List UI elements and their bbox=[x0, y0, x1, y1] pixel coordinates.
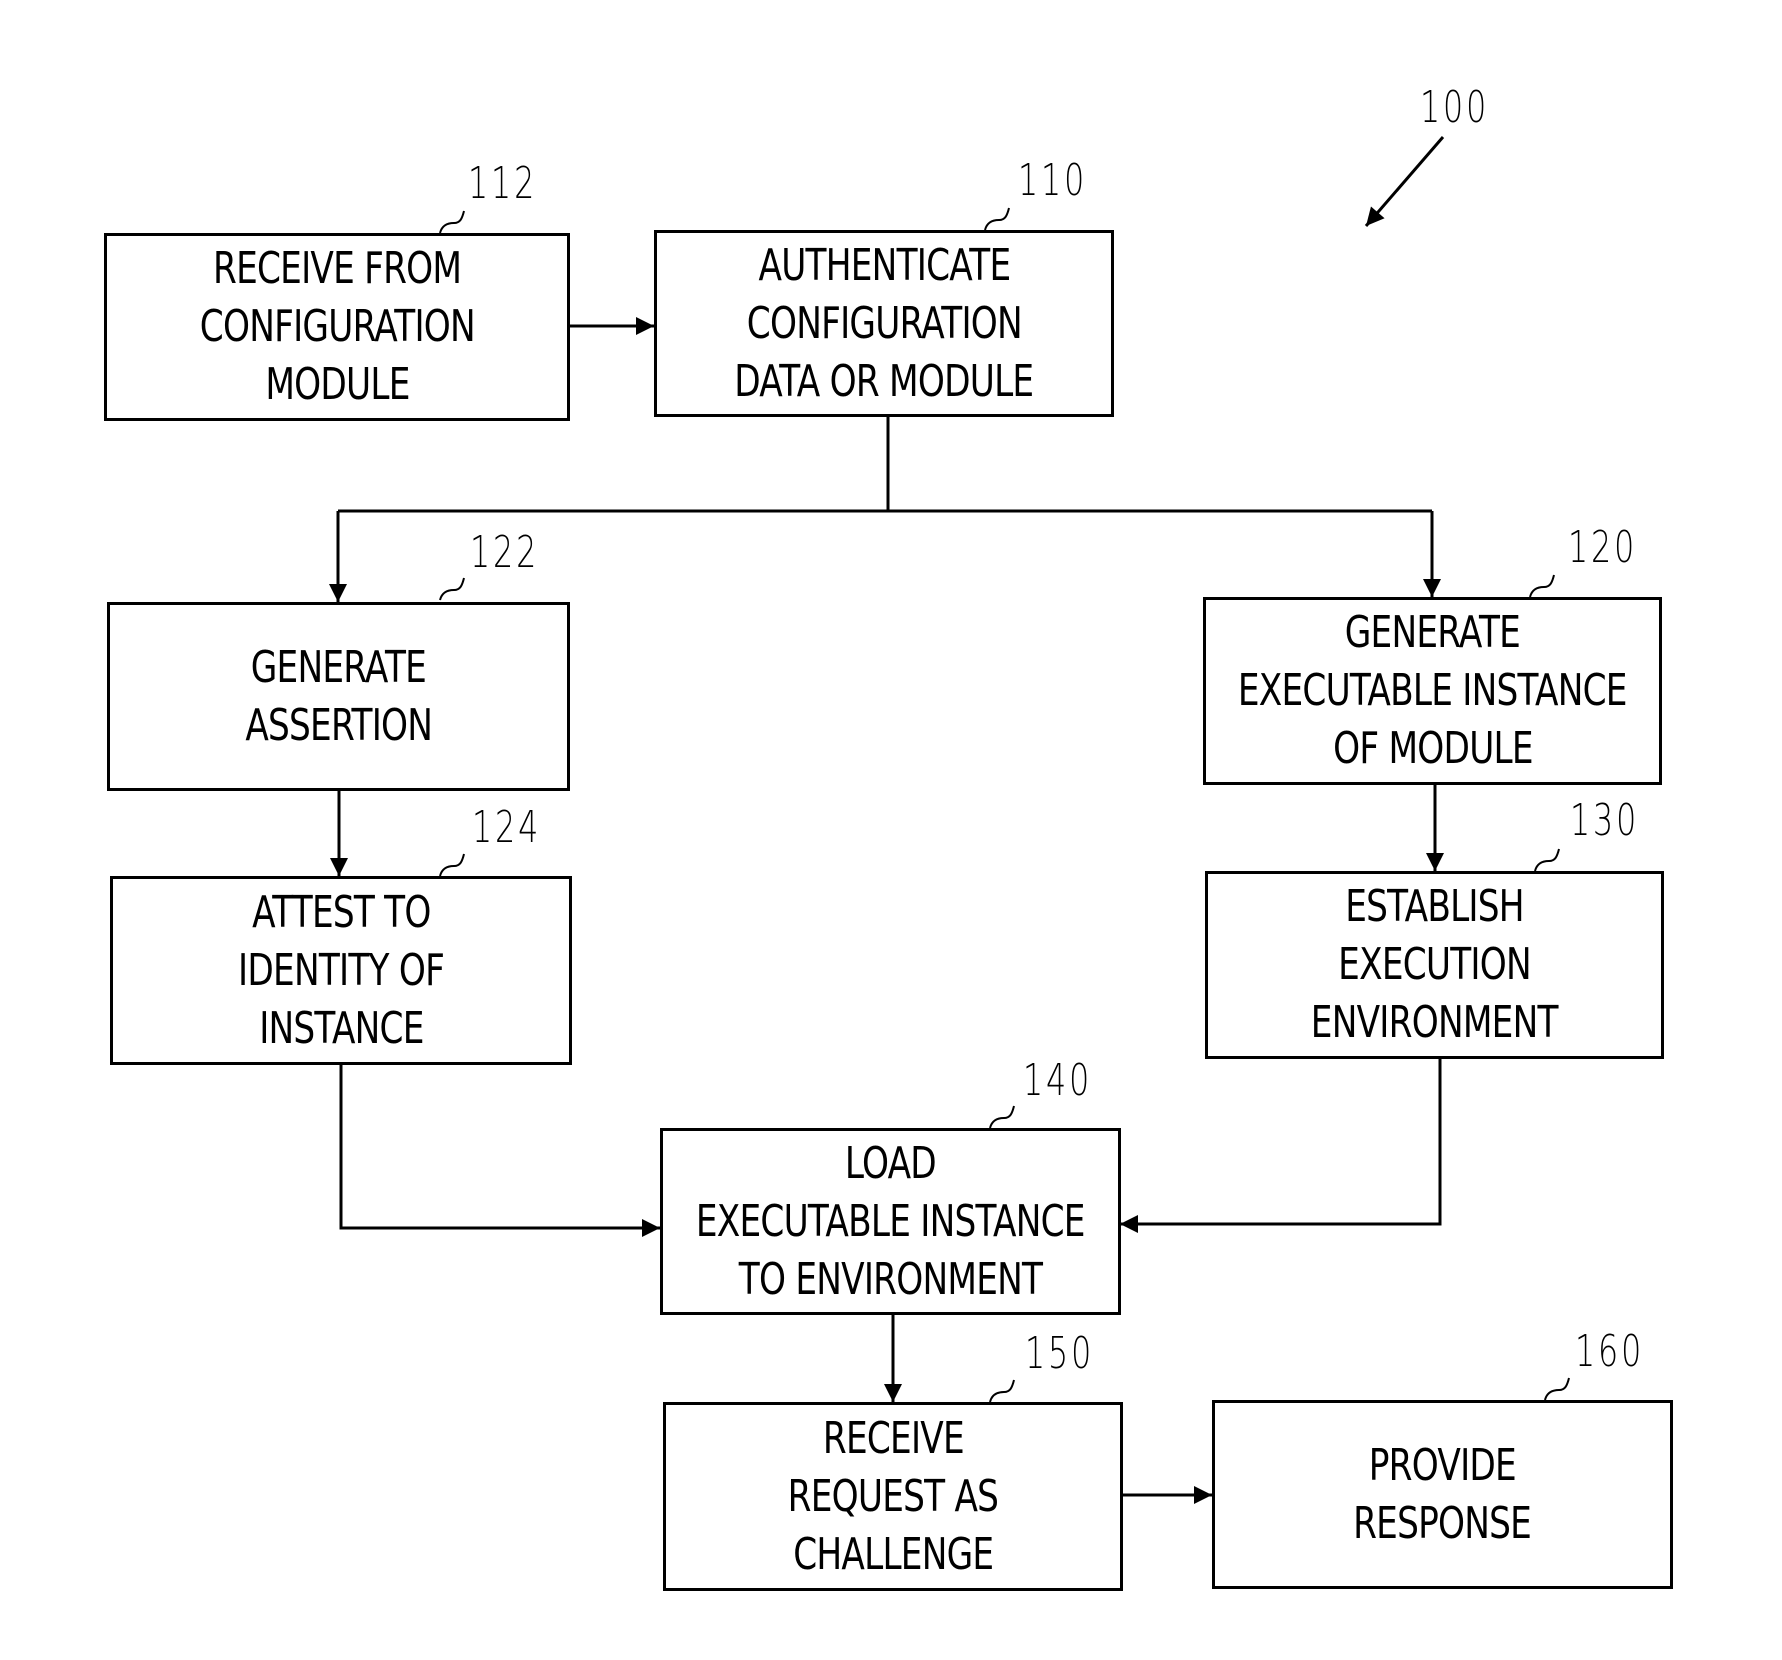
step-130-line-2: EXECUTION bbox=[1338, 939, 1532, 990]
step-120-line-2: EXECUTABLE INSTANCE bbox=[1238, 665, 1628, 716]
step-150-line-2: REQUEST AS bbox=[787, 1470, 999, 1522]
step-122-box: GENERATE ASSERTION bbox=[107, 602, 570, 791]
step-140-ref: 140 bbox=[1023, 1055, 1093, 1106]
leader-112 bbox=[439, 210, 465, 234]
step-140-line-1: LOAD bbox=[844, 1137, 937, 1189]
leader-130 bbox=[1534, 848, 1560, 872]
step-124-line-2: IDENTITY OF bbox=[237, 944, 445, 996]
step-124-box: ATTEST TO IDENTITY OF INSTANCE bbox=[110, 876, 572, 1065]
leader-124 bbox=[439, 853, 465, 877]
step-112-ref: 112 bbox=[468, 158, 538, 209]
step-150-ref: 150 bbox=[1025, 1328, 1095, 1379]
step-120-line-1: GENERATE bbox=[1344, 607, 1521, 658]
step-110-line-2: CONFIGURATION bbox=[746, 297, 1022, 349]
leader-150 bbox=[989, 1379, 1015, 1403]
step-124-line-1: ATTEST TO bbox=[251, 886, 431, 938]
step-130-line-3: ENVIRONMENT bbox=[1311, 997, 1559, 1048]
step-112-line-2: CONFIGURATION bbox=[199, 301, 475, 352]
step-130-line-1: ESTABLISH bbox=[1345, 881, 1524, 932]
leader-140 bbox=[989, 1105, 1015, 1129]
step-160-line-2: RESPONSE bbox=[1353, 1497, 1533, 1549]
step-140-line-2: EXECUTABLE INSTANCE bbox=[696, 1195, 1086, 1247]
step-124-ref: 124 bbox=[472, 802, 542, 853]
step-124-line-3: INSTANCE bbox=[258, 1002, 424, 1054]
step-120-ref: 120 bbox=[1568, 522, 1638, 573]
step-110-ref: 110 bbox=[1018, 155, 1088, 206]
leader-160 bbox=[1544, 1377, 1570, 1401]
step-160-box: PROVIDE RESPONSE bbox=[1212, 1400, 1673, 1589]
step-110-box: AUTHENTICATE CONFIGURATION DATA OR MODUL… bbox=[654, 230, 1114, 417]
step-150-line-3: CHALLENGE bbox=[792, 1528, 994, 1580]
step-160-ref: 160 bbox=[1575, 1326, 1645, 1377]
step-122-line-1: GENERATE bbox=[250, 641, 427, 693]
step-150-line-1: RECEIVE bbox=[822, 1412, 964, 1464]
step-140-box: LOAD EXECUTABLE INSTANCE TO ENVIRONMENT bbox=[660, 1128, 1121, 1315]
step-122-line-2: ASSERTION bbox=[245, 699, 433, 751]
step-120-line-3: OF MODULE bbox=[1332, 723, 1533, 774]
step-112-box: RECEIVE FROM CONFIGURATION MODULE bbox=[104, 233, 570, 421]
step-120-box: GENERATE EXECUTABLE INSTANCE OF MODULE bbox=[1203, 597, 1662, 785]
step-150-box: RECEIVE REQUEST AS CHALLENGE bbox=[663, 1402, 1123, 1591]
step-110-line-3: DATA OR MODULE bbox=[734, 355, 1034, 407]
leader-122 bbox=[439, 577, 465, 601]
step-130-ref: 130 bbox=[1570, 795, 1640, 846]
arrow-130-to-140 bbox=[1120, 1058, 1442, 1233]
leader-110 bbox=[984, 207, 1010, 231]
step-110-line-1: AUTHENTICATE bbox=[758, 239, 1011, 291]
step-122-ref: 122 bbox=[470, 527, 540, 578]
step-160-line-1: PROVIDE bbox=[1368, 1439, 1517, 1491]
step-130-box: ESTABLISH EXECUTION ENVIRONMENT bbox=[1205, 871, 1664, 1059]
leader-120 bbox=[1529, 574, 1555, 598]
figure-ref-label: 100 bbox=[1420, 82, 1490, 133]
figure-ref-arrow bbox=[1364, 136, 1445, 227]
arrow-124-to-140 bbox=[339, 1064, 660, 1237]
step-140-line-3: TO ENVIRONMENT bbox=[738, 1253, 1043, 1305]
step-112-line-3: MODULE bbox=[264, 359, 410, 410]
step-112-line-1: RECEIVE FROM bbox=[212, 243, 462, 294]
